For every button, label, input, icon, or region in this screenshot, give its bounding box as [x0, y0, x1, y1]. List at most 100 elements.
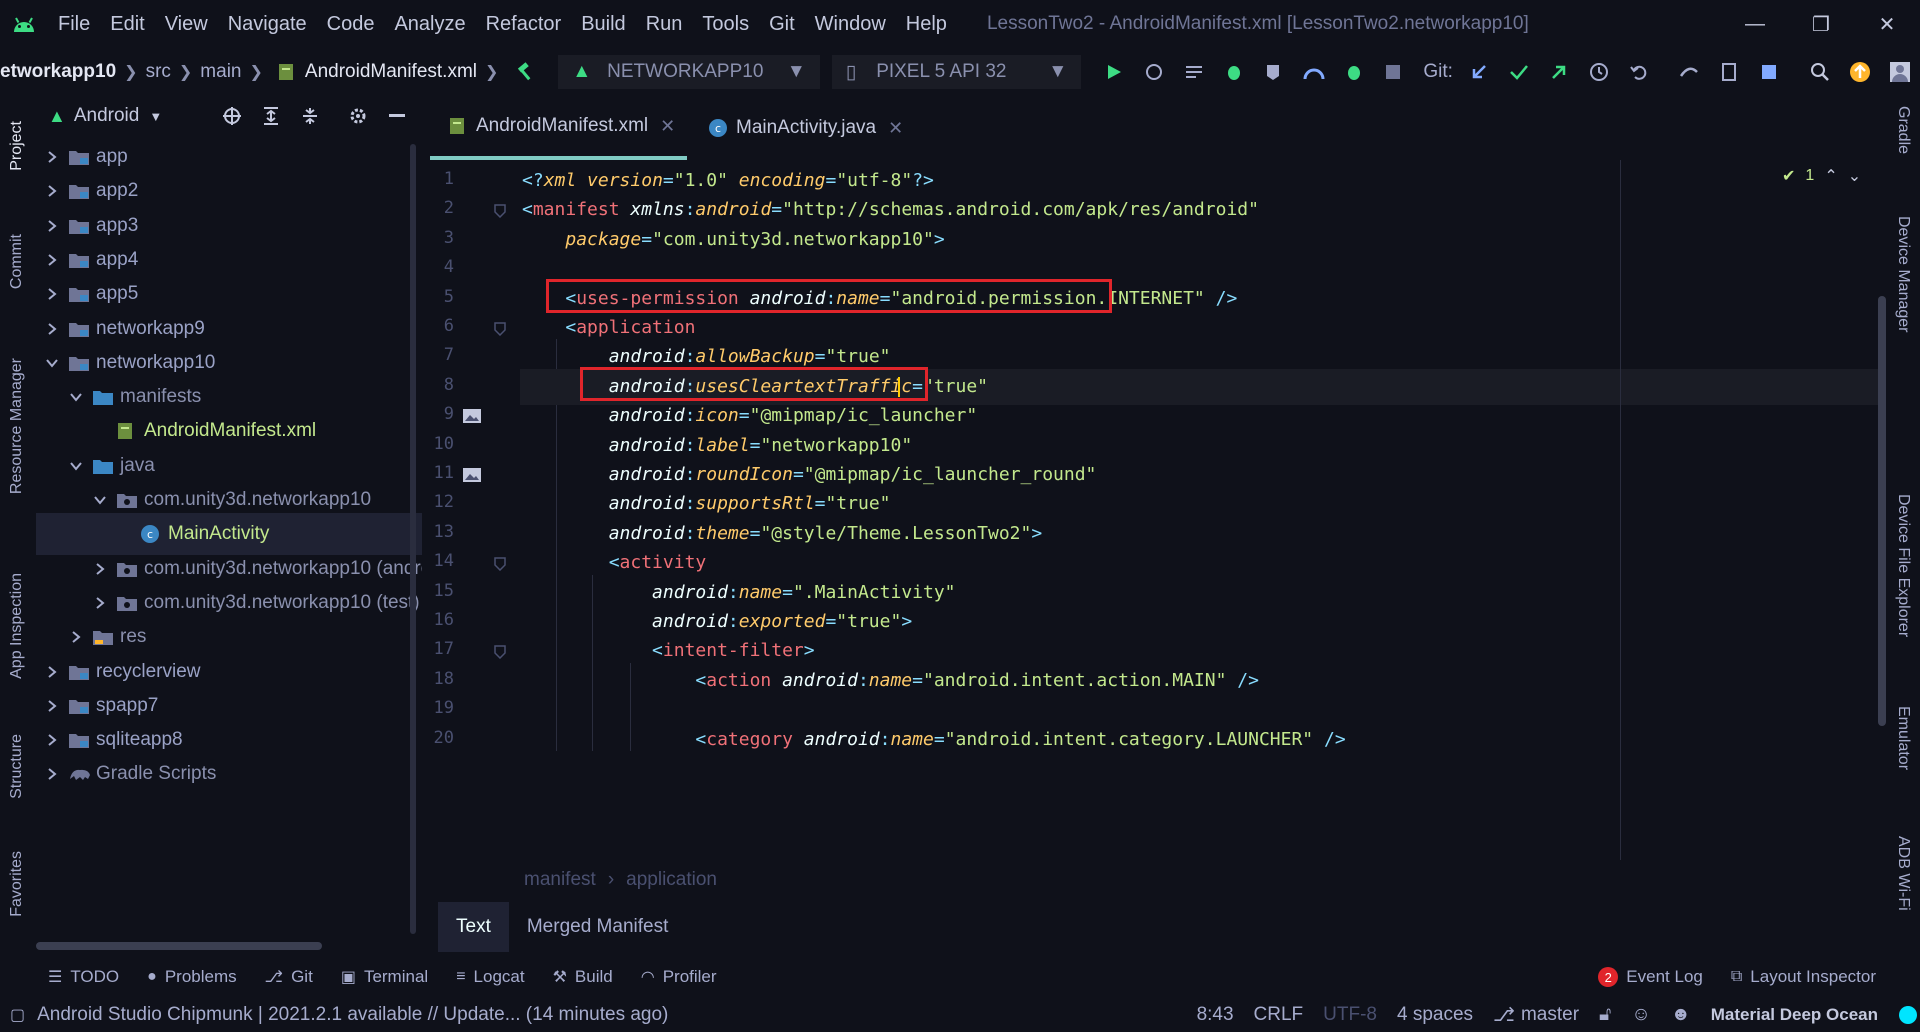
- tab-text[interactable]: Text: [438, 902, 509, 952]
- device-dropdown[interactable]: ▯ PIXEL 5 API 32 ▼: [831, 55, 1082, 89]
- close-icon[interactable]: ✕: [888, 118, 903, 139]
- menu-edit[interactable]: Edit: [100, 0, 154, 48]
- close-button[interactable]: ✕: [1854, 0, 1920, 48]
- tab-device-file-explorer[interactable]: Device File Explorer: [1886, 494, 1920, 637]
- line-separator[interactable]: CRLF: [1254, 1004, 1304, 1026]
- face-icon[interactable]: ☻: [1671, 1004, 1691, 1026]
- chevron-down-icon[interactable]: [66, 456, 86, 476]
- menu-git[interactable]: Git: [759, 0, 805, 48]
- chevron-right-icon[interactable]: [42, 250, 62, 270]
- breadcrumb-main[interactable]: main: [200, 61, 241, 83]
- image-preview-icon[interactable]: [462, 408, 482, 429]
- chevron-right-icon[interactable]: [42, 319, 62, 339]
- menu-help[interactable]: Help: [896, 0, 957, 48]
- menu-run[interactable]: Run: [636, 0, 693, 48]
- editor-scrollbar[interactable]: [1878, 296, 1886, 726]
- hammer-build-icon[interactable]: [509, 55, 543, 89]
- breadcrumb-file[interactable]: AndroidManifest.xml: [305, 61, 477, 83]
- chevron-right-icon[interactable]: [42, 181, 62, 201]
- project-horizontal-scrollbar[interactable]: [36, 942, 322, 950]
- file-encoding[interactable]: UTF-8: [1323, 1004, 1377, 1026]
- todo-tool[interactable]: ☰ TODO: [48, 967, 119, 987]
- breadcrumb-application[interactable]: application: [626, 869, 717, 891]
- tab-app-inspection[interactable]: App Inspection: [0, 546, 34, 706]
- update-icon[interactable]: [1843, 55, 1877, 89]
- sync-gradle-icon[interactable]: [1672, 55, 1706, 89]
- menu-code[interactable]: Code: [317, 0, 385, 48]
- profiler-tool[interactable]: ◠ Profiler: [641, 967, 717, 987]
- menu-file[interactable]: File: [48, 0, 100, 48]
- lock-icon[interactable]: 🔓︎: [1599, 1004, 1611, 1026]
- code-area[interactable]: <?xml version="1.0" encoding="utf-8"?> <m…: [520, 160, 1884, 860]
- tree-spacer[interactable]: [90, 421, 110, 441]
- git-tool[interactable]: ⎇ Git: [265, 967, 313, 987]
- chevron-right-icon[interactable]: [42, 216, 62, 236]
- tab-favorites[interactable]: Favorites: [0, 834, 34, 934]
- build-tool[interactable]: ⚒ Build: [553, 967, 613, 987]
- tab-resource-manager[interactable]: Resource Manager: [0, 336, 34, 516]
- menu-tools[interactable]: Tools: [692, 0, 759, 48]
- search-icon[interactable]: [1803, 55, 1837, 89]
- run-with-coverage-icon[interactable]: [1257, 55, 1291, 89]
- event-log-tool[interactable]: 2 Event Log: [1598, 967, 1703, 987]
- theme-name[interactable]: Material Deep Ocean: [1711, 1005, 1878, 1025]
- chevron-right-icon[interactable]: [90, 559, 110, 579]
- sdk-manager-icon[interactable]: [1752, 55, 1786, 89]
- tab-androidmanifest[interactable]: AndroidManifest.xml ✕: [430, 96, 688, 160]
- git-update-icon[interactable]: [1462, 55, 1496, 89]
- hide-panel-icon[interactable]: [380, 99, 414, 133]
- run-icon[interactable]: [1097, 55, 1131, 89]
- chevron-right-icon[interactable]: [90, 593, 110, 613]
- run-configuration-dropdown[interactable]: ▲ NETWORKAPP10 ▼: [558, 55, 820, 89]
- menu-window[interactable]: Window: [805, 0, 896, 48]
- tab-gradle[interactable]: Gradle: [1886, 106, 1920, 154]
- menu-view[interactable]: View: [155, 0, 218, 48]
- breadcrumb-module[interactable]: etworkapp10: [0, 61, 116, 83]
- restore-button[interactable]: ❐: [1788, 0, 1854, 48]
- apply-changes-icon[interactable]: [1137, 55, 1171, 89]
- breadcrumb-manifest[interactable]: manifest: [524, 869, 596, 891]
- collapse-all-icon[interactable]: [293, 99, 327, 133]
- chevron-right-icon[interactable]: [42, 284, 62, 304]
- tree-item[interactable]: Gradle Scripts: [36, 753, 422, 795]
- device-manager-icon[interactable]: [1712, 55, 1746, 89]
- tab-structure[interactable]: Structure: [0, 716, 34, 816]
- git-push-icon[interactable]: [1542, 55, 1576, 89]
- image-preview-icon[interactable]: [462, 467, 482, 488]
- chevron-right-icon[interactable]: [42, 662, 62, 682]
- fold-marker-icon[interactable]: [494, 643, 506, 664]
- menu-refactor[interactable]: Refactor: [476, 0, 572, 48]
- minimize-button[interactable]: —: [1722, 0, 1788, 48]
- logcat-tool[interactable]: ≡ Logcat: [456, 967, 524, 987]
- terminal-tool[interactable]: ▣ Terminal: [341, 967, 428, 987]
- user-avatar-icon[interactable]: [1883, 55, 1917, 89]
- gear-icon[interactable]: [341, 99, 375, 133]
- chevron-down-icon[interactable]: [42, 353, 62, 373]
- history-icon[interactable]: [1582, 55, 1616, 89]
- project-view-selector[interactable]: Android: [74, 105, 140, 127]
- chevron-down-icon[interactable]: [90, 490, 110, 510]
- close-icon[interactable]: ✕: [660, 116, 675, 137]
- fold-marker-icon[interactable]: [494, 202, 506, 223]
- locate-file-icon[interactable]: [215, 99, 249, 133]
- tab-project[interactable]: Project: [0, 106, 34, 186]
- chevron-down-icon[interactable]: [66, 387, 86, 407]
- debug-icon[interactable]: [1217, 55, 1251, 89]
- caret-position[interactable]: 8:43: [1197, 1004, 1234, 1026]
- problems-tool[interactable]: ● Problems: [147, 967, 236, 987]
- fold-marker-icon[interactable]: [494, 555, 506, 576]
- status-message[interactable]: ▢ Android Studio Chipmunk | 2021.2.1 ava…: [10, 1004, 668, 1026]
- project-scrollbar[interactable]: [410, 144, 416, 934]
- chevron-right-icon[interactable]: [42, 764, 62, 784]
- expand-all-icon[interactable]: [254, 99, 288, 133]
- rollback-icon[interactable]: [1622, 55, 1656, 89]
- menu-analyze[interactable]: Analyze: [384, 0, 475, 48]
- menu-build[interactable]: Build: [571, 0, 635, 48]
- profile-icon[interactable]: [1297, 55, 1331, 89]
- layout-inspector-tool[interactable]: ⧉ Layout Inspector: [1731, 967, 1876, 987]
- smiley-icon[interactable]: ☺: [1631, 1004, 1650, 1026]
- fold-marker-icon[interactable]: [494, 320, 506, 341]
- tab-mainactivity[interactable]: c MainActivity.java ✕: [690, 96, 915, 160]
- git-branch[interactable]: ⎇ master: [1493, 1004, 1579, 1027]
- tab-emulator[interactable]: Emulator: [1886, 706, 1920, 770]
